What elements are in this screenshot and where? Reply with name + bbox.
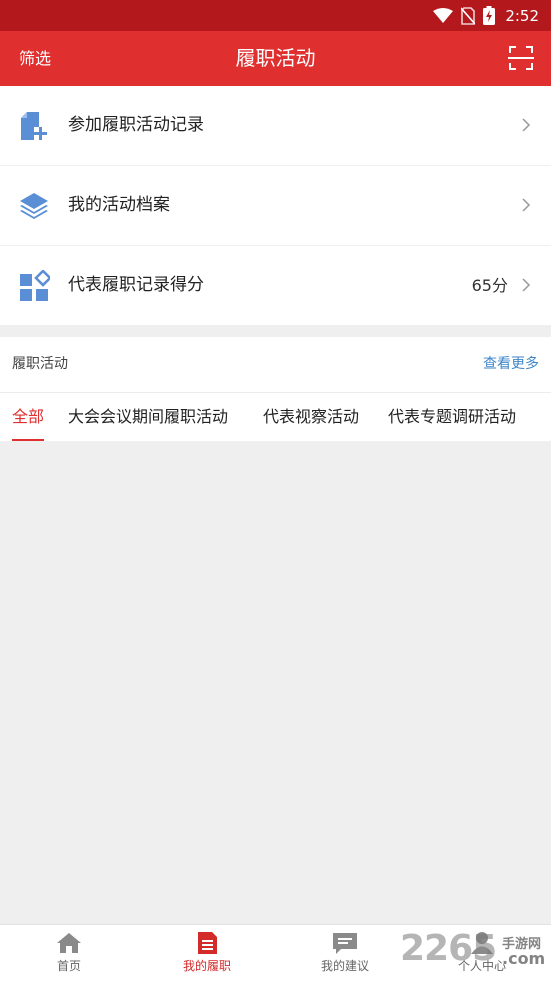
battery-charging-icon — [483, 6, 496, 25]
nav-home[interactable]: 首页 — [0, 925, 138, 982]
tab-all[interactable]: 全部 — [12, 393, 45, 441]
score-value: 65分 — [471, 276, 508, 295]
nav-my-duties[interactable]: 我的履职 — [138, 925, 276, 982]
menu-item-label: 代表履职记录得分 — [68, 275, 204, 295]
menu-item-participation-records[interactable]: 参加履职活动记录 — [0, 86, 551, 166]
watermark-logo: 2265 手游网 .com — [400, 928, 551, 972]
watermark-suffix: .com — [502, 949, 546, 968]
app-bar: 筛选 履职活动 — [0, 31, 551, 86]
activity-tabs: 全部 大会会议期间履职活动 代表视察活动 代表专题调研活动 — [0, 393, 551, 441]
message-icon — [333, 933, 357, 954]
wifi-icon — [433, 7, 454, 23]
view-more-link[interactable]: 查看更多 — [483, 337, 539, 392]
watermark-number: 2265 — [400, 928, 497, 969]
tab-research-activities[interactable]: 代表专题调研活动 — [388, 393, 516, 441]
page-title: 履职活动 — [235, 46, 316, 70]
chevron-right-icon — [522, 118, 531, 132]
status-bar: 2:52 — [0, 0, 551, 31]
tab-congress-session-activities[interactable]: 大会会议期间履职活动 — [68, 393, 228, 441]
nav-label: 我的履职 — [182, 959, 231, 973]
nav-label: 我的建议 — [320, 959, 369, 973]
menu-item-activity-archive[interactable]: 我的活动档案 — [0, 165, 551, 246]
nav-label: 首页 — [56, 959, 81, 973]
chevron-right-icon — [522, 278, 531, 292]
section-header: 履职活动 查看更多 — [0, 337, 551, 393]
section-title: 履职活动 — [12, 356, 68, 372]
menu-item-label: 参加履职活动记录 — [68, 115, 204, 135]
nav-my-suggestions[interactable]: 我的建议 — [276, 925, 414, 982]
chevron-right-icon — [522, 198, 531, 212]
status-icons: 2:52 — [433, 0, 539, 31]
home-icon — [57, 933, 81, 953]
add-document-icon — [21, 112, 47, 140]
scan-icon[interactable] — [508, 45, 534, 71]
activity-section: 履职活动 查看更多 全部 大会会议期间履职活动 代表视察活动 代表专题调研活动 — [0, 337, 551, 441]
tab-inspection-activities[interactable]: 代表视察活动 — [263, 393, 359, 441]
status-time: 2:52 — [505, 6, 539, 25]
document-icon — [198, 932, 217, 954]
apps-icon — [20, 270, 50, 301]
activity-menu: 参加履职活动记录 我的活动档案 代表履职记录得分 65分 — [0, 86, 551, 325]
menu-item-label: 我的活动档案 — [68, 195, 170, 215]
menu-item-performance-score[interactable]: 代表履职记录得分 65分 — [0, 245, 551, 325]
layers-icon — [20, 193, 48, 219]
no-sim-icon — [461, 6, 476, 25]
